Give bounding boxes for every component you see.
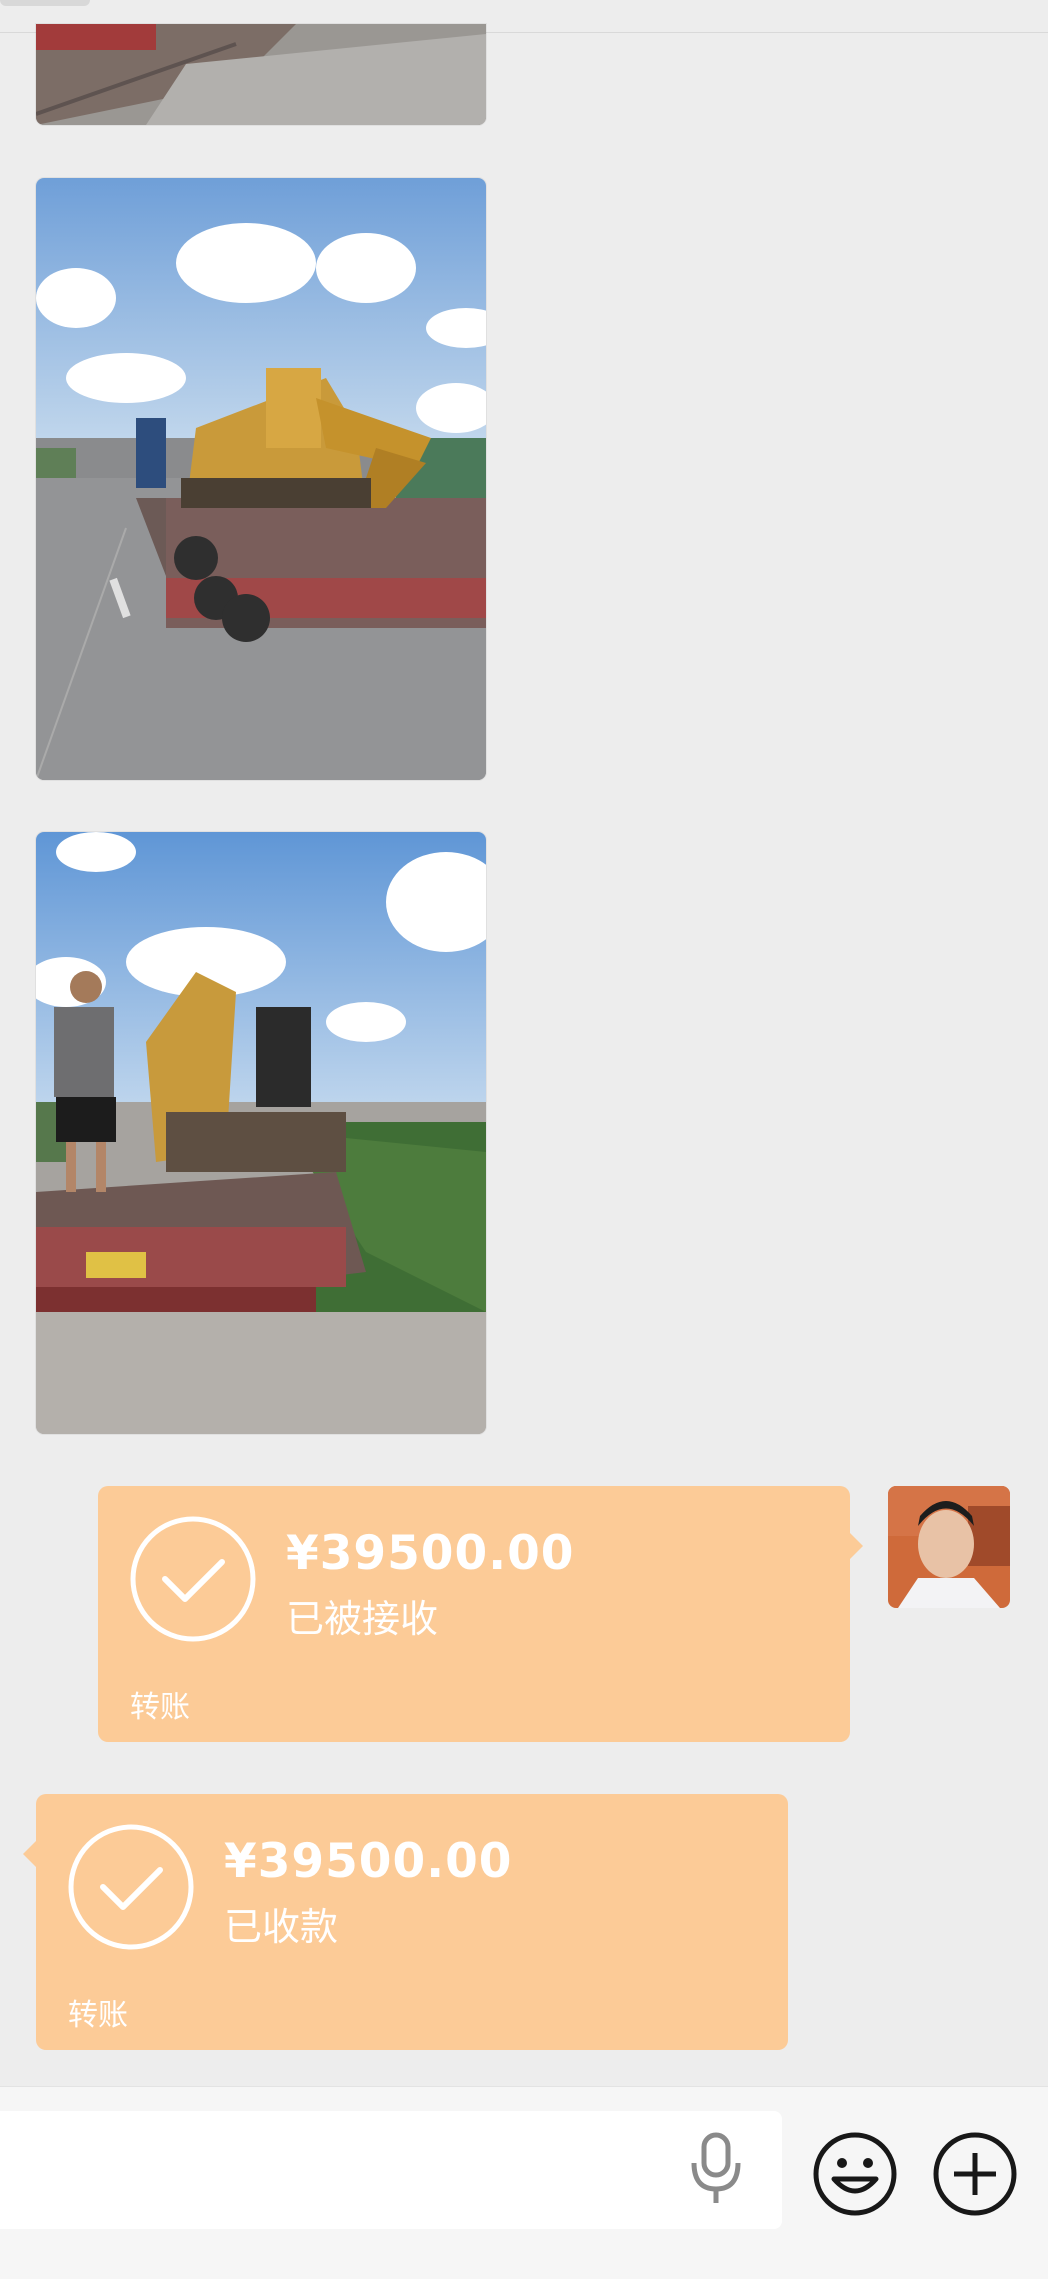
transfer-amount: ¥39500.00 [286,1526,575,1581]
image-message[interactable] [36,832,486,1434]
transfer-message-received[interactable]: ¥39500.00 已收款 转账 [23,1794,788,2050]
transfer-message-sent[interactable]: ¥39500.00 已被接收 转账 [98,1486,863,1742]
image-message[interactable] [36,24,486,125]
bubble-tail [23,1840,37,1868]
smiley-icon[interactable] [812,2131,898,2217]
message-input[interactable] [0,2111,782,2229]
avatar[interactable] [888,1486,1010,1608]
transfer-status: 已收款 [224,1905,339,1949]
transfer-label: 转账 [130,1690,190,1725]
transfer-amount: ¥39500.00 [224,1834,513,1889]
bubble-tail [849,1532,863,1560]
microphone-icon[interactable] [688,2131,744,2207]
top-divider [0,0,90,6]
transfer-status: 已被接收 [286,1597,439,1641]
check-circle-icon [130,1516,256,1642]
image-message[interactable] [36,178,486,780]
input-bar [0,2086,1048,2279]
transfer-label: 转账 [68,1998,128,2033]
plus-icon[interactable] [932,2131,1018,2217]
check-circle-icon [68,1824,194,1950]
